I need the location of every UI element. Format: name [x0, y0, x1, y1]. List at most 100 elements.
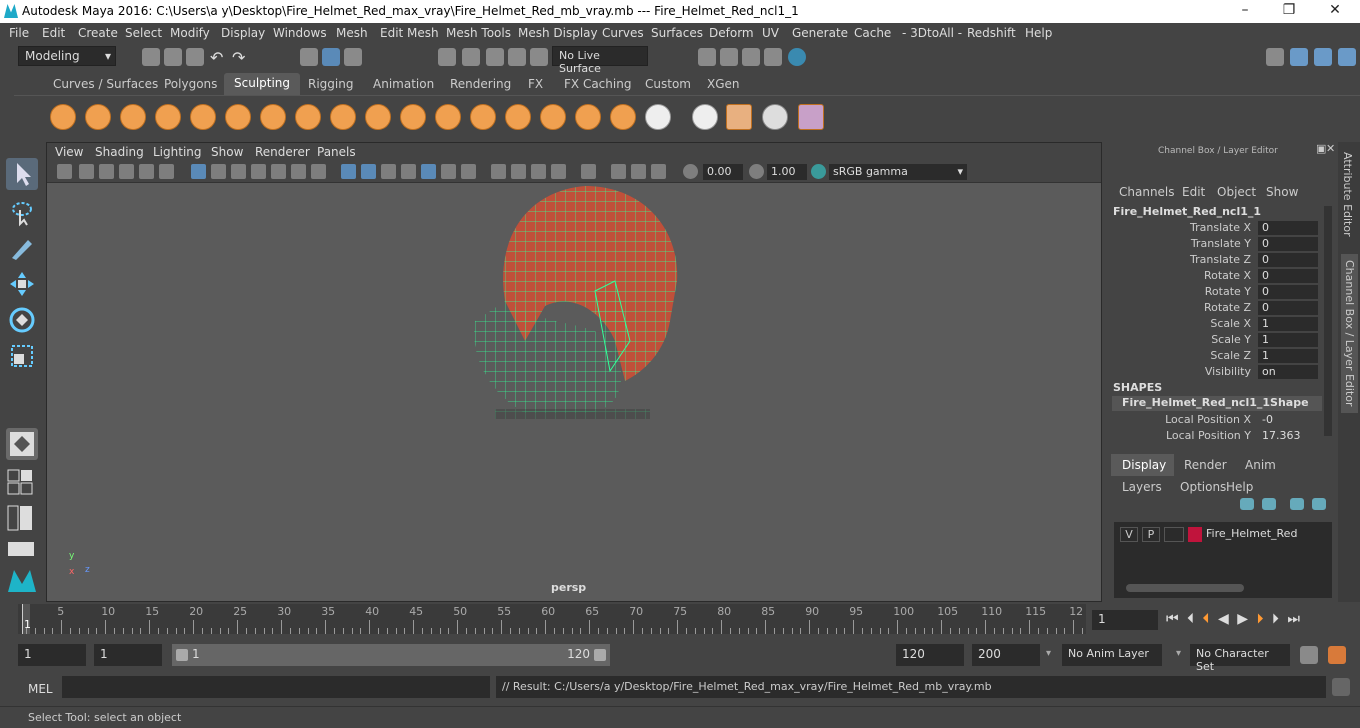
playback-start-field[interactable]: 1: [94, 644, 162, 666]
wireframe-on-shaded-icon[interactable]: [381, 164, 396, 179]
menu-3dtoall[interactable]: - 3DtoAll -: [902, 26, 962, 40]
range-start-handle[interactable]: [176, 649, 188, 661]
open-scene-icon[interactable]: [164, 48, 182, 66]
tab-polygons[interactable]: Polygons: [164, 77, 217, 91]
safe-action-icon[interactable]: [291, 164, 306, 179]
color-management-icon[interactable]: [811, 164, 826, 179]
persp-viewport[interactable]: View Shading Lighting Show Renderer Pane…: [46, 142, 1102, 602]
layout-icon[interactable]: [1290, 48, 1308, 66]
shadows-icon[interactable]: [441, 164, 456, 179]
flatten-tool-icon[interactable]: [225, 104, 251, 130]
channel-box-toggle-icon[interactable]: [1338, 48, 1356, 66]
bulge-tool-icon[interactable]: [575, 104, 601, 130]
wax-tool-icon[interactable]: [400, 104, 426, 130]
render-settings-icon[interactable]: [764, 48, 782, 66]
close-panel-icon[interactable]: ✕: [1326, 142, 1335, 155]
cb-menu-channels[interactable]: Channels: [1119, 185, 1175, 199]
layer-hscrollbar[interactable]: [1126, 584, 1244, 592]
single-view-layout-icon[interactable]: [6, 428, 38, 460]
menu-file[interactable]: File: [9, 26, 29, 40]
object-name[interactable]: Fire_Helmet_Red_ncl1_1: [1113, 205, 1261, 218]
screen-space-ao-icon[interactable]: [491, 164, 506, 179]
command-input[interactable]: [62, 676, 490, 698]
smooth-shade-icon[interactable]: [361, 164, 376, 179]
select-hierarchy-icon[interactable]: [300, 48, 318, 66]
menu-mesh-tools[interactable]: Mesh Tools: [446, 26, 511, 40]
channel-label[interactable]: Rotate Z: [1204, 301, 1251, 314]
channel-value-field[interactable]: on: [1258, 365, 1318, 379]
smooth-tool-icon[interactable]: [85, 104, 111, 130]
film-gate-icon[interactable]: [211, 164, 226, 179]
vp-menu-renderer[interactable]: Renderer: [255, 145, 310, 159]
channel-label[interactable]: Scale X: [1210, 317, 1251, 330]
live-surface-field[interactable]: No Live Surface: [552, 46, 648, 75]
sculpt-tool-icon[interactable]: [50, 104, 76, 130]
tab-xgen[interactable]: XGen: [707, 77, 740, 91]
spray-tool-icon[interactable]: [295, 104, 321, 130]
lasso-tool-icon[interactable]: [6, 196, 38, 228]
script-language-label[interactable]: MEL: [28, 682, 53, 696]
channel-label[interactable]: Rotate X: [1204, 269, 1251, 282]
shape-name[interactable]: Fire_Helmet_Red_ncl1_1Shape: [1112, 396, 1322, 411]
ipr-render-icon[interactable]: [742, 48, 760, 66]
step-back-key-icon[interactable]: ⏴: [1203, 611, 1210, 627]
menu-windows[interactable]: Windows: [273, 26, 327, 40]
tab-rigging[interactable]: Rigging: [308, 77, 353, 91]
channel-label[interactable]: Scale Z: [1210, 349, 1251, 362]
tab-animation[interactable]: Animation: [373, 77, 434, 91]
tab-fx-caching[interactable]: FX Caching: [564, 77, 631, 91]
channel-value-field[interactable]: 1: [1258, 317, 1318, 331]
textured-icon[interactable]: [401, 164, 416, 179]
camera-attributes-icon[interactable]: [57, 164, 72, 179]
mesh-bake-icon[interactable]: [726, 104, 752, 130]
menu-display[interactable]: Display: [221, 26, 265, 40]
menu-mesh-display[interactable]: Mesh Display: [518, 26, 598, 40]
layer-visibility-toggle[interactable]: V: [1120, 527, 1138, 542]
xray-joints-icon[interactable]: [611, 164, 626, 179]
go-to-end-icon[interactable]: ⏭: [1287, 611, 1300, 627]
tab-curves-surfaces[interactable]: Curves / Surfaces: [53, 77, 158, 91]
channel-value-field[interactable]: 0: [1258, 269, 1318, 283]
menu-edit[interactable]: Edit: [42, 26, 65, 40]
four-view-layout-icon[interactable]: [6, 466, 38, 496]
playback-end-field[interactable]: 120: [896, 644, 964, 666]
camera-lock-icon[interactable]: [79, 164, 94, 179]
channel-label[interactable]: Translate Z: [1190, 253, 1251, 266]
blend-shape-icon[interactable]: [762, 104, 788, 130]
menu-cache[interactable]: Cache: [854, 26, 891, 40]
tab-rendering[interactable]: Rendering: [450, 77, 511, 91]
step-back-icon[interactable]: ⏴: [1187, 611, 1194, 627]
vp-menu-view[interactable]: View: [55, 145, 83, 159]
shape-channel-value[interactable]: 17.363: [1258, 429, 1318, 443]
select-object-icon[interactable]: [322, 48, 340, 66]
channel-label[interactable]: Visibility: [1205, 365, 1251, 378]
menu-modify[interactable]: Modify: [170, 26, 210, 40]
script-editor-icon[interactable]: [1332, 678, 1350, 696]
go-to-start-icon[interactable]: ⏮: [1166, 611, 1179, 627]
move-layer-up-icon[interactable]: [1240, 498, 1254, 510]
animation-end-field[interactable]: 200: [972, 644, 1040, 666]
select-component-icon[interactable]: [344, 48, 362, 66]
layer-menu-help[interactable]: Help: [1226, 480, 1253, 494]
animation-prefs-icon[interactable]: [1328, 646, 1346, 664]
snap-point-icon[interactable]: [486, 48, 504, 66]
render-current-icon[interactable]: [720, 48, 738, 66]
xray-icon[interactable]: [461, 164, 476, 179]
tab-anim-layers[interactable]: Anim: [1245, 458, 1276, 472]
amplify-tool-icon[interactable]: [610, 104, 636, 130]
multisample-aa-icon[interactable]: [531, 164, 546, 179]
exposure-icon[interactable]: [683, 164, 698, 179]
gamma-field[interactable]: 1.00: [767, 164, 807, 180]
layer-playback-toggle[interactable]: P: [1142, 527, 1160, 542]
vp-menu-lighting[interactable]: Lighting: [153, 145, 202, 159]
outliner-layout-icon[interactable]: [6, 502, 38, 532]
channel-value-field[interactable]: 1: [1258, 333, 1318, 347]
menu-mesh[interactable]: Mesh: [336, 26, 368, 40]
image-plane-icon[interactable]: [119, 164, 134, 179]
scrape-tool-icon[interactable]: [435, 104, 461, 130]
channel-value-field[interactable]: 0: [1258, 221, 1318, 235]
snap-grid-icon[interactable]: [438, 48, 456, 66]
tab-render-layers[interactable]: Render: [1184, 458, 1227, 472]
layer-name[interactable]: Fire_Helmet_Red: [1206, 527, 1297, 540]
pose-space-icon[interactable]: [798, 104, 824, 130]
